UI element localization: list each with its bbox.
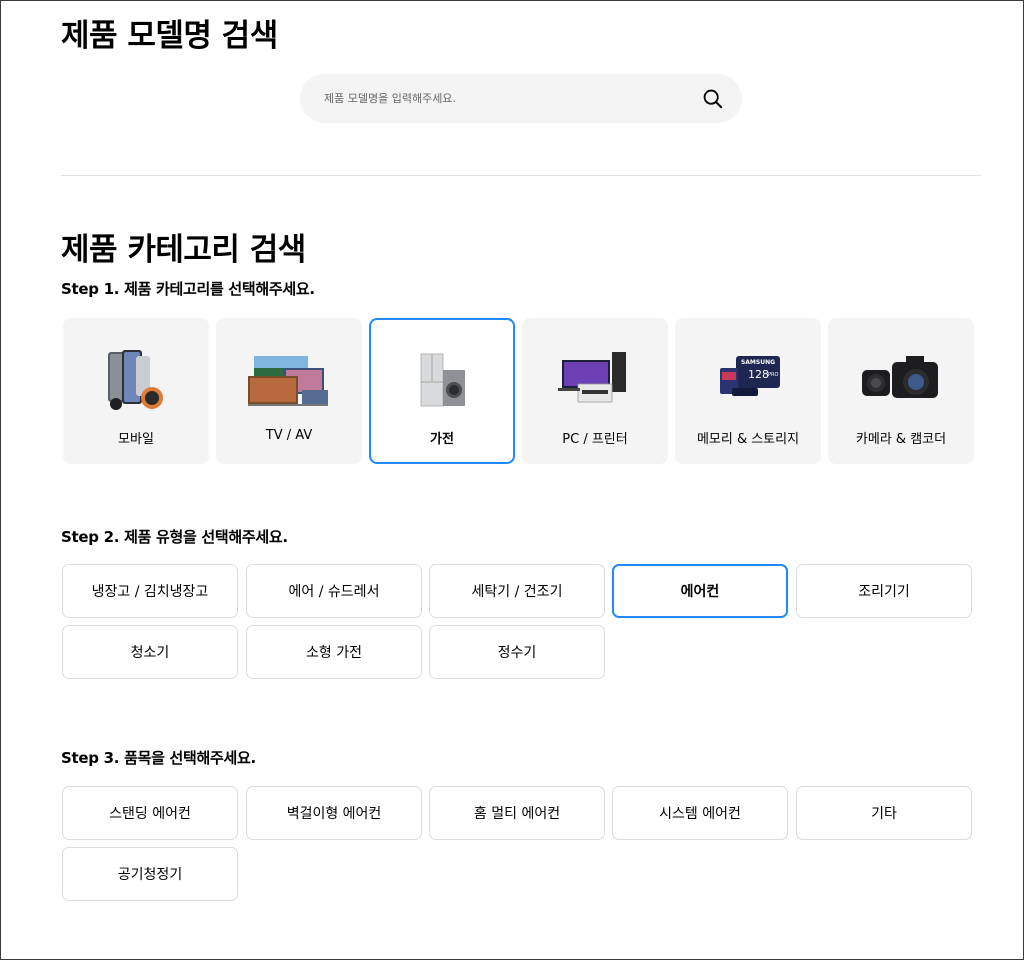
category-tile-memory-storage[interactable]: SAMSUNG 128 PRO 메모리 & 스토리지: [675, 318, 821, 464]
tv-product-icon: [216, 348, 362, 414]
category-label: 카메라 & 캠코더: [855, 432, 947, 447]
item-option-other[interactable]: 기타: [796, 786, 972, 840]
category-tile-mobile[interactable]: 모바일: [63, 318, 209, 464]
category-tile-appliance[interactable]: 가전: [369, 318, 515, 464]
category-search-title: 제품 카테고리 검색: [61, 232, 306, 268]
item-option-system-ac[interactable]: 시스템 에어컨: [612, 786, 788, 840]
category-tile-tv-av[interactable]: TV / AV: [216, 318, 362, 464]
type-option-air-conditioner[interactable]: 에어컨: [612, 564, 788, 618]
category-tile-pc-printer[interactable]: PC / 프린터: [522, 318, 668, 464]
camera-product-icon: [828, 348, 974, 414]
step1-title: Step 1. 제품 카테고리를 선택해주세요.: [61, 280, 315, 298]
type-option-refrigerator[interactable]: 냉장고 / 김치냉장고: [62, 564, 238, 618]
item-option-air-purifier[interactable]: 공기청정기: [62, 847, 238, 901]
category-label: PC / 프린터: [562, 432, 628, 447]
item-option-wall-ac[interactable]: 벽걸이형 에어컨: [246, 786, 422, 840]
step3-title: Step 3. 품목을 선택해주세요.: [61, 749, 256, 767]
model-search-input[interactable]: [324, 74, 684, 123]
card-brand-text: SAMSUNG: [741, 359, 775, 366]
model-search-box[interactable]: [300, 74, 742, 123]
step2-title: Step 2. 제품 유형을 선택해주세요.: [61, 528, 288, 546]
item-option-home-multi-ac[interactable]: 홈 멀티 에어컨: [429, 786, 605, 840]
type-option-vacuum[interactable]: 청소기: [62, 625, 238, 679]
pc-printer-product-icon: [522, 348, 668, 414]
mobile-product-icon: [63, 348, 209, 414]
item-option-standing-ac[interactable]: 스탠딩 에어컨: [62, 786, 238, 840]
search-icon: [703, 89, 723, 109]
type-option-air-dresser[interactable]: 에어 / 슈드레서: [246, 564, 422, 618]
search-button[interactable]: [700, 86, 726, 112]
card-tier-text: PRO: [768, 372, 778, 378]
section-divider: [61, 175, 981, 176]
card-capacity-text: 128: [748, 368, 769, 381]
category-label: 모바일: [118, 432, 154, 447]
category-label: 가전: [430, 432, 454, 447]
type-option-water-purifier[interactable]: 정수기: [429, 625, 605, 679]
appliance-product-icon: [371, 348, 513, 414]
category-label: TV / AV: [265, 428, 313, 443]
type-option-cooking[interactable]: 조리기기: [796, 564, 972, 618]
model-search-title: 제품 모델명 검색: [61, 18, 278, 54]
memory-card-product-icon: SAMSUNG 128 PRO: [675, 348, 821, 414]
category-tile-camera[interactable]: 카메라 & 캠코더: [828, 318, 974, 464]
type-option-washer-dryer[interactable]: 세탁기 / 건조기: [429, 564, 605, 618]
type-option-small-appliance[interactable]: 소형 가전: [246, 625, 422, 679]
category-label: 메모리 & 스토리지: [696, 432, 800, 447]
